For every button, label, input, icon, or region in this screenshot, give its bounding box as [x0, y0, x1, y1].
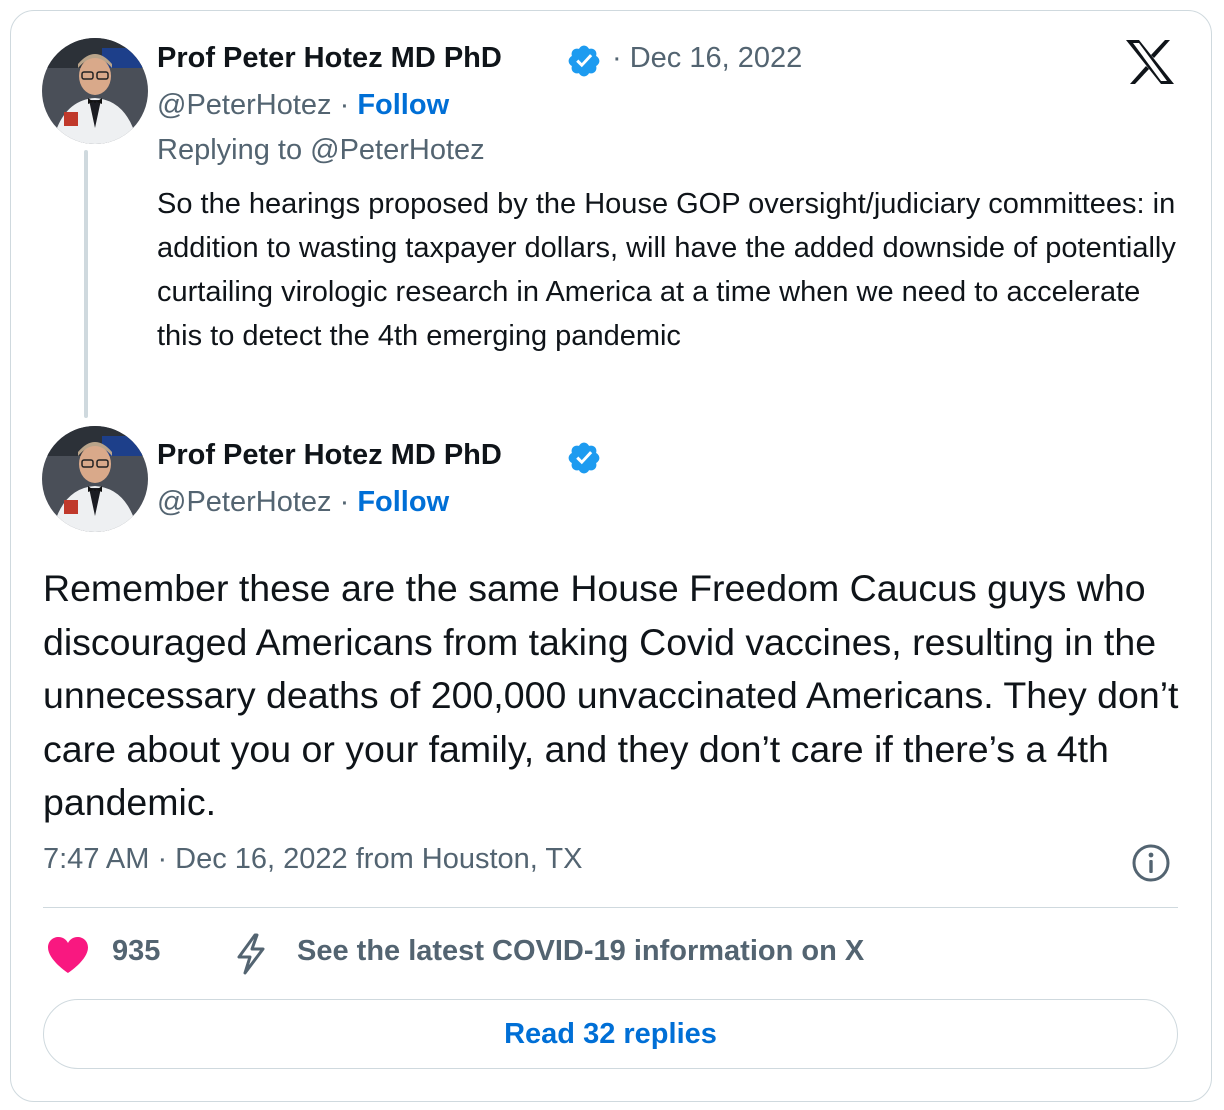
author-avatar[interactable]: [42, 38, 148, 144]
read-replies-button[interactable]: Read 32 replies: [43, 999, 1178, 1069]
author-handle[interactable]: @PeterHotez: [157, 89, 332, 121]
main-tweet-text: Remember these are the same House Freedo…: [43, 567, 1179, 823]
verified-badge-icon: [568, 442, 600, 474]
heart-icon[interactable]: [47, 936, 89, 974]
tweet-date[interactable]: · Dec 16, 2022: [612, 42, 802, 75]
author-handle-row: @PeterHotez · Follow: [157, 486, 450, 518]
info-icon[interactable]: [1131, 843, 1171, 883]
lightning-bolt-icon: [233, 933, 269, 975]
follow-button[interactable]: Follow: [357, 89, 449, 121]
x-logo-icon[interactable]: [1124, 38, 1176, 86]
divider: [43, 907, 1178, 908]
reply-tweet-text: So the hearings proposed by the House GO…: [157, 188, 1176, 352]
author-name[interactable]: Prof Peter Hotez MD PhD: [157, 42, 502, 75]
author-name[interactable]: Prof Peter Hotez MD PhD: [157, 439, 502, 472]
replying-to-label[interactable]: Replying to @PeterHotez: [157, 134, 485, 167]
thread-connector-line: [84, 150, 88, 418]
like-count[interactable]: 935: [112, 935, 160, 968]
follow-button[interactable]: Follow: [357, 486, 449, 518]
covid-info-link[interactable]: See the latest COVID-19 information on X: [297, 935, 864, 968]
tweet-timestamp[interactable]: 7:47 AM · Dec 16, 2022 from Houston, TX: [43, 843, 582, 876]
author-handle-row: @PeterHotez · Follow: [157, 89, 450, 121]
author-avatar[interactable]: [42, 426, 148, 532]
verified-badge-icon: [568, 45, 600, 77]
author-handle[interactable]: @PeterHotez: [157, 486, 332, 518]
